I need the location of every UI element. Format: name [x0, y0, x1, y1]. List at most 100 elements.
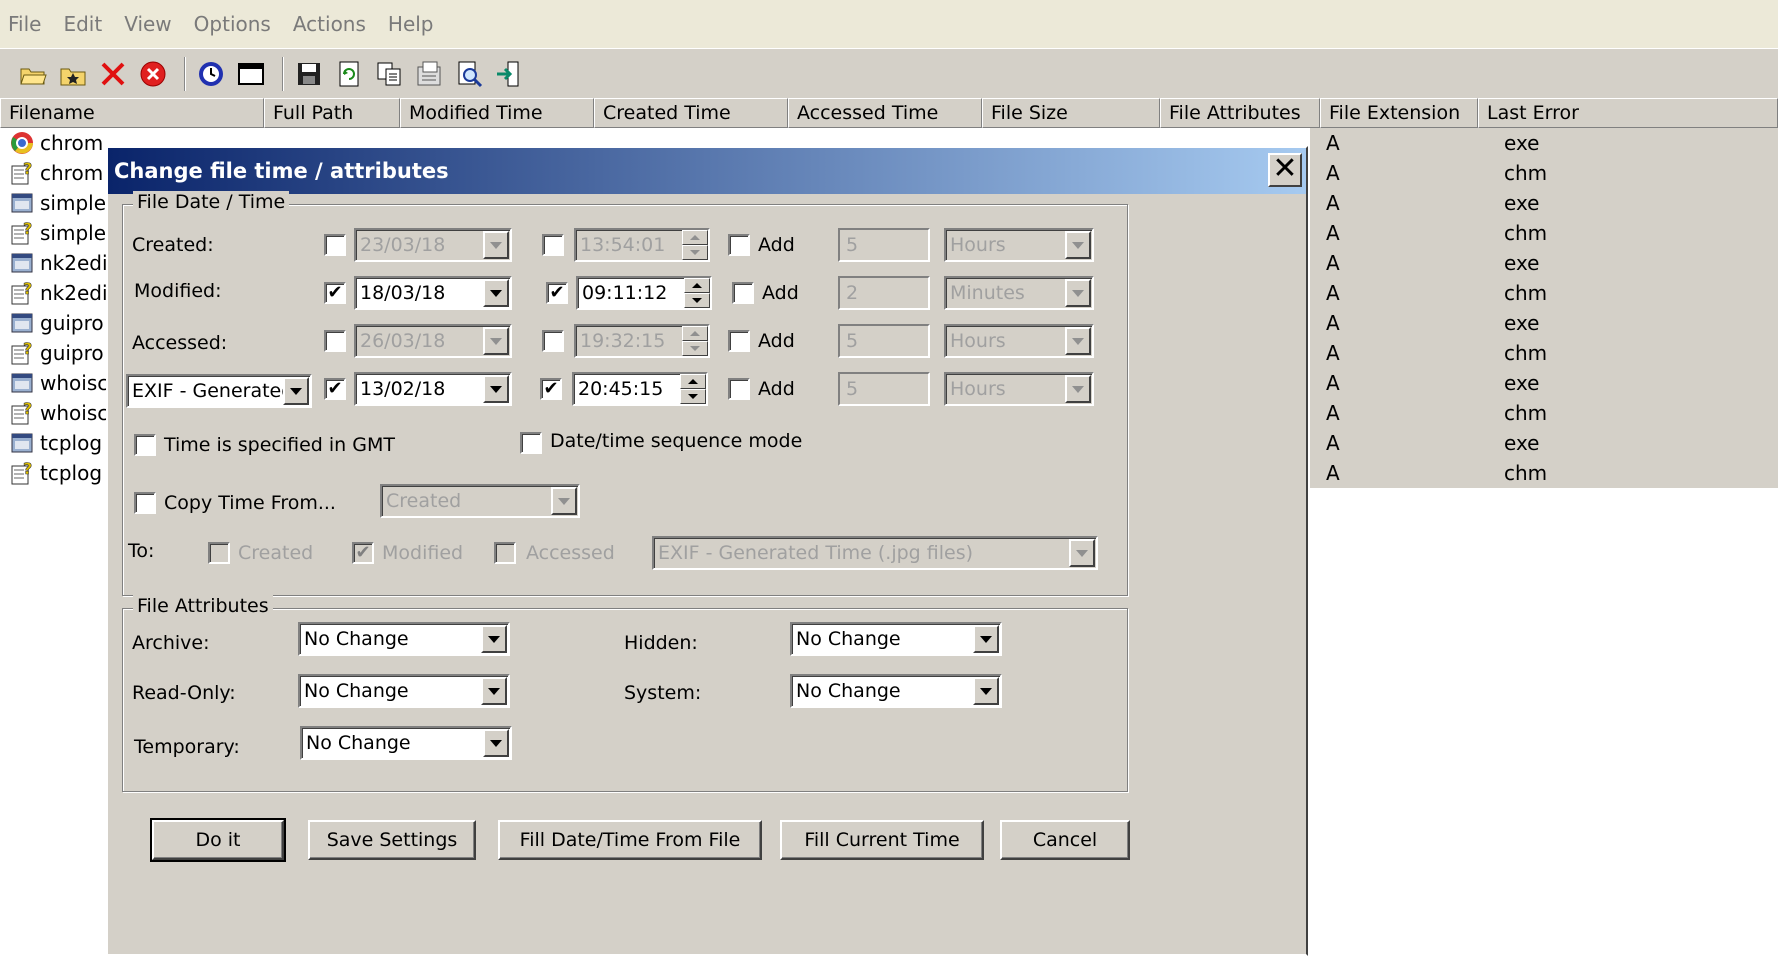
accessed-add-amount[interactable]: 5	[838, 324, 930, 358]
modified-date-picker[interactable]: 18/03/18	[354, 276, 512, 310]
column-header-last-error[interactable]: Last Error	[1478, 98, 1778, 128]
to-created-checkbox[interactable]: ✔	[208, 542, 230, 564]
list-item[interactable]: tcplog	[0, 428, 110, 458]
sequence-mode-checkbox[interactable]: ✔	[520, 432, 542, 454]
temporary-select[interactable]: No Change	[300, 726, 512, 760]
exif-time-spinner[interactable]: 20:45:15	[572, 372, 708, 406]
menu-options[interactable]: Options	[194, 12, 271, 36]
modified-date-checkbox[interactable]: ✔	[324, 282, 346, 304]
to-modified-checkbox[interactable]: ✔	[352, 542, 374, 564]
table-row[interactable]: Achm	[1310, 458, 1778, 488]
exif-date-picker[interactable]: 13/02/18	[354, 372, 512, 406]
exif-add-amount[interactable]: 5	[838, 372, 930, 406]
list-item[interactable]: ? nk2edi	[0, 278, 110, 308]
list-item[interactable]: guipro	[0, 308, 110, 338]
menu-view[interactable]: View	[124, 12, 171, 36]
save-icon[interactable]	[292, 57, 326, 91]
fill-current-time-button[interactable]: Fill Current Time	[780, 820, 984, 860]
accessed-add-unit[interactable]: Hours	[944, 324, 1094, 358]
clock-icon[interactable]	[194, 57, 228, 91]
modified-time-checkbox[interactable]: ✔	[546, 282, 568, 304]
table-row[interactable]: Aexe	[1310, 428, 1778, 458]
accessed-time-spinner[interactable]: 19:32:15	[574, 324, 710, 358]
copy-time-from-checkbox[interactable]: ✔	[134, 492, 156, 514]
accessed-time-checkbox[interactable]: ✔	[542, 330, 564, 352]
table-row[interactable]: Achm	[1310, 218, 1778, 248]
column-header-file-attributes[interactable]: File Attributes	[1160, 98, 1320, 128]
table-row[interactable]: Aexe	[1310, 188, 1778, 218]
column-header-full-path[interactable]: Full Path	[264, 98, 400, 128]
stop-icon[interactable]	[136, 57, 170, 91]
list-item[interactable]: nk2edi	[0, 248, 110, 278]
properties-icon[interactable]	[412, 57, 446, 91]
hidden-select[interactable]: No Change	[790, 622, 1002, 656]
modified-add-amount[interactable]: 2	[838, 276, 930, 310]
list-item[interactable]: ? simple	[0, 218, 110, 248]
column-header-created-time[interactable]: Created Time	[594, 98, 788, 128]
system-select[interactable]: No Change	[790, 674, 1002, 708]
table-row[interactable]: Aexe	[1310, 128, 1778, 158]
menu-edit[interactable]: Edit	[63, 12, 102, 36]
save-settings-button[interactable]: Save Settings	[308, 820, 476, 860]
open-folder-icon[interactable]	[16, 57, 50, 91]
exif-date-checkbox[interactable]: ✔	[324, 378, 346, 400]
gmt-checkbox[interactable]: ✔	[134, 434, 156, 456]
list-item[interactable]: chrom	[0, 128, 110, 158]
read-only-select[interactable]: No Change	[298, 674, 510, 708]
close-icon[interactable]: ✕	[1268, 153, 1302, 187]
find-icon[interactable]	[452, 57, 486, 91]
list-item[interactable]: whoisc	[0, 368, 110, 398]
created-date-picker[interactable]: 23/03/18	[354, 228, 512, 262]
to-accessed-checkbox[interactable]: ✔	[494, 542, 516, 564]
menu-actions[interactable]: Actions	[293, 12, 366, 36]
add-folder-icon[interactable]	[56, 57, 90, 91]
created-add-checkbox[interactable]: ✔	[728, 234, 750, 256]
copy-source-select[interactable]: Created	[380, 484, 580, 518]
column-header-file-size[interactable]: File Size	[982, 98, 1160, 128]
list-item[interactable]: ? whoisc	[0, 398, 110, 428]
table-row[interactable]: Achm	[1310, 338, 1778, 368]
column-header-file-extension[interactable]: File Extension	[1320, 98, 1478, 128]
menu-file[interactable]: File	[8, 12, 41, 36]
created-date-checkbox[interactable]: ✔	[324, 234, 346, 256]
created-add-amount[interactable]: 5	[838, 228, 930, 262]
copy-icon[interactable]	[372, 57, 406, 91]
accessed-date-checkbox[interactable]: ✔	[324, 330, 346, 352]
exif-time-type-select[interactable]: EXIF - Generated	[126, 374, 312, 408]
table-row[interactable]: Achm	[1310, 398, 1778, 428]
table-row[interactable]: Achm	[1310, 278, 1778, 308]
table-row[interactable]: Aexe	[1310, 308, 1778, 338]
file-name: nk2edi	[40, 281, 108, 305]
accessed-add-checkbox[interactable]: ✔	[728, 330, 750, 352]
exif-time-checkbox[interactable]: ✔	[540, 378, 562, 400]
menu-help[interactable]: Help	[388, 12, 434, 36]
modified-time-spinner[interactable]: 09:11:12	[576, 276, 712, 310]
modified-add-checkbox[interactable]: ✔	[732, 282, 754, 304]
created-time-spinner[interactable]: 13:54:01	[574, 228, 710, 262]
table-row[interactable]: Aexe	[1310, 368, 1778, 398]
delete-icon[interactable]	[96, 57, 130, 91]
created-time-checkbox[interactable]: ✔	[542, 234, 564, 256]
fill-from-file-button[interactable]: Fill Date/Time From File	[498, 820, 762, 860]
list-item[interactable]: ? chrom	[0, 158, 110, 188]
refresh-icon[interactable]	[332, 57, 366, 91]
exif-add-unit[interactable]: Hours	[944, 372, 1094, 406]
column-header-accessed-time[interactable]: Accessed Time	[788, 98, 982, 128]
to-exif-select[interactable]: EXIF - Generated Time (.jpg files)	[652, 536, 1098, 570]
exif-add-checkbox[interactable]: ✔	[728, 378, 750, 400]
archive-select[interactable]: No Change	[298, 622, 510, 656]
list-item[interactable]: simple	[0, 188, 110, 218]
table-row[interactable]: Aexe	[1310, 248, 1778, 278]
table-row[interactable]: Achm	[1310, 158, 1778, 188]
exit-icon[interactable]	[492, 57, 526, 91]
list-item[interactable]: ? tcplog	[0, 458, 110, 488]
column-header-modified-time[interactable]: Modified Time	[400, 98, 594, 128]
window-icon[interactable]	[234, 57, 268, 91]
accessed-date-picker[interactable]: 26/03/18	[354, 324, 512, 358]
created-add-unit[interactable]: Hours	[944, 228, 1094, 262]
modified-add-unit[interactable]: Minutes	[944, 276, 1094, 310]
column-header-filename[interactable]: Filename	[0, 98, 264, 128]
cancel-button[interactable]: Cancel	[1000, 820, 1130, 860]
list-item[interactable]: ? guipro	[0, 338, 110, 368]
do-it-button[interactable]: Do it	[150, 818, 286, 862]
